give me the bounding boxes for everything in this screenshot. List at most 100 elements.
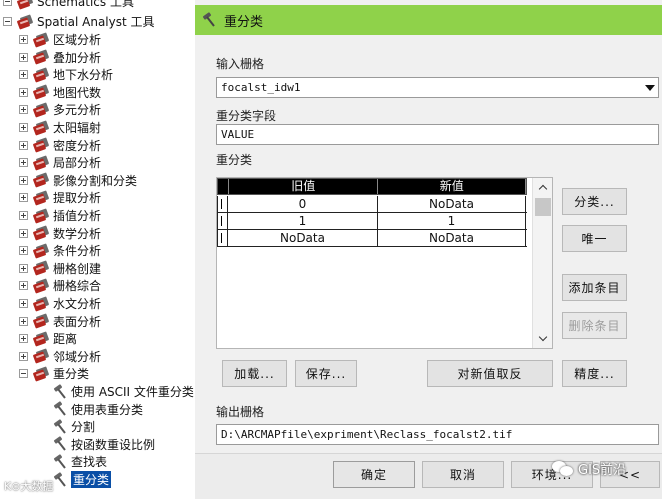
cell-new-value[interactable]: 1 (378, 213, 526, 229)
tree-item-toolset[interactable]: 密度分析 (19, 137, 101, 154)
expand-icon[interactable] (19, 35, 28, 44)
tree-item-toolset[interactable]: 影像分割和分类 (19, 172, 137, 189)
tree-item-toolset[interactable]: 表面分析 (19, 313, 101, 330)
tree-item-tool[interactable]: 查找表 (52, 453, 107, 470)
tree-item-tool[interactable]: 使用 ASCII 文件重分类 (52, 383, 194, 400)
dropdown-arrow-icon[interactable] (643, 81, 656, 94)
tree-item-toolset[interactable]: 条件分析 (19, 242, 101, 259)
unique-button[interactable]: 唯一 (562, 225, 627, 252)
cell-old-value[interactable]: 1 (228, 213, 378, 229)
expand-icon[interactable] (19, 105, 28, 115)
row-header-stub (218, 179, 229, 194)
tree-item-tool[interactable]: 分割 (52, 418, 95, 435)
tree-item-toolset[interactable]: 区域分析 (19, 31, 101, 48)
tree-item-label: 区域分析 (53, 33, 102, 47)
expand-icon[interactable] (19, 281, 28, 291)
cell-old-value[interactable]: NoData (228, 230, 378, 246)
precision-button[interactable]: 精度... (562, 360, 627, 387)
table-row[interactable]: 0 NoData (217, 196, 527, 213)
input-raster-dropdown[interactable]: focalst_idw1 (216, 77, 659, 98)
expand-icon[interactable] (19, 211, 28, 220)
table-scrollbar[interactable] (532, 178, 552, 348)
table-row[interactable]: 1 1 (217, 213, 527, 230)
output-raster-field[interactable]: D:\ARCMAPfile\expriment\Reclass_focalst2… (216, 424, 659, 445)
cancel-button[interactable]: 取消 (422, 461, 504, 488)
cell-new-value[interactable]: NoData (378, 196, 526, 212)
cell-new-value[interactable]: NoData (378, 230, 526, 246)
tree-item-toolset[interactable]: 多元分析 (19, 101, 101, 118)
expand-icon[interactable] (19, 87, 28, 97)
expand-icon[interactable] (19, 52, 28, 62)
scroll-up-icon[interactable] (538, 182, 548, 192)
tree-item-toolset[interactable]: 插值分析 (19, 207, 101, 224)
add-entry-button[interactable]: 添加条目 (562, 274, 627, 301)
input-raster-label: 输入栅格 (216, 57, 265, 71)
tree-item-toolset[interactable]: 数学分析 (19, 225, 101, 242)
expand-icon[interactable] (19, 158, 28, 168)
hammer-icon (53, 383, 66, 399)
toolset-icon (32, 172, 50, 188)
output-raster-label: 输出栅格 (216, 405, 265, 419)
reclass-field-select[interactable]: VALUE (216, 124, 659, 145)
toolset-icon (32, 67, 50, 83)
save-button[interactable]: 保存... (295, 360, 357, 387)
collapse-icon[interactable] (3, 0, 12, 6)
expand-icon[interactable] (19, 123, 28, 132)
expand-icon[interactable] (19, 351, 28, 361)
tree-item-toolset[interactable]: 局部分析 (19, 154, 101, 171)
classify-button[interactable]: 分类... (562, 188, 627, 215)
table-row[interactable]: NoData NoData (217, 230, 527, 247)
tree-item-label: 距离 (53, 332, 78, 347)
row-selector[interactable] (217, 230, 228, 246)
expand-icon[interactable] (19, 316, 28, 326)
expand-icon[interactable] (19, 70, 28, 80)
row-selector[interactable] (217, 196, 228, 212)
tree-item-label: 条件分析 (53, 244, 102, 259)
tree-item-toolset[interactable]: 水文分析 (19, 295, 101, 312)
expand-icon[interactable] (19, 246, 28, 256)
tree-item-label: 查找表 (71, 455, 108, 470)
row-selector[interactable] (217, 213, 228, 229)
tree-item-tool[interactable]: 使用表重分类 (52, 401, 143, 418)
tree-item-toolset[interactable]: 重分类 (19, 365, 89, 382)
toolset-icon (32, 137, 50, 153)
tree-item-label: 密度分析 (53, 138, 102, 153)
tree-item-label: Schematics 工具 (37, 0, 134, 9)
tree-item-toolset[interactable]: 距离 (19, 330, 77, 347)
dialog-titlebar[interactable]: 重分类 (195, 5, 662, 35)
scroll-down-icon[interactable] (538, 334, 548, 344)
tree-item-toolset[interactable]: 地图代数 (19, 84, 101, 101)
column-header-old[interactable]: 旧值 (229, 179, 379, 194)
cell-old-value[interactable]: 0 (228, 196, 378, 212)
tree-item-toolset[interactable]: 太阳辐射 (19, 119, 101, 136)
tree-item-label: 局部分析 (53, 156, 102, 171)
delete-entries-button[interactable]: 删除条目 (562, 312, 627, 339)
collapse-icon[interactable] (3, 17, 12, 26)
ok-button[interactable]: 确定 (333, 461, 415, 488)
expand-icon[interactable] (19, 334, 28, 344)
reverse-new-values-button[interactable]: 对新值取反 (427, 360, 553, 387)
expand-icon[interactable] (19, 228, 28, 238)
tree-item-toolset[interactable]: 栅格综合 (19, 277, 101, 294)
reclass-table: 旧值 新值 0 NoData 1 1 NoData NoData (216, 177, 553, 349)
expand-icon[interactable] (19, 299, 28, 308)
tree-item-toolset[interactable]: 邻域分析 (19, 348, 101, 365)
tree-item-toolset[interactable]: 地下水分析 (19, 66, 113, 83)
expand-icon[interactable] (19, 175, 28, 185)
collapse-icon[interactable] (19, 369, 28, 379)
column-header-new[interactable]: 新值 (378, 179, 526, 194)
expand-icon[interactable] (19, 193, 28, 203)
tree-item-tool[interactable]: 重分类 (52, 471, 112, 488)
expand-icon[interactable] (19, 140, 28, 150)
expand-icon[interactable] (19, 263, 28, 273)
load-button[interactable]: 加载... (222, 360, 287, 387)
tree-item-toolset[interactable]: 栅格创建 (19, 260, 101, 277)
tree-item-tool[interactable]: 按函数重设比例 (52, 436, 155, 453)
toolbox-icon (16, 13, 34, 30)
tree-item-toolset[interactable]: 叠加分析 (19, 49, 101, 66)
tree-item-toolset[interactable]: 提取分析 (19, 189, 101, 206)
tree-item-schematics[interactable]: Schematics 工具 (3, 0, 134, 10)
hammer-icon (53, 436, 66, 451)
scrollbar-thumb[interactable] (535, 198, 551, 216)
tree-item-spatial-analyst[interactable]: Spatial Analyst 工具 (3, 13, 155, 30)
